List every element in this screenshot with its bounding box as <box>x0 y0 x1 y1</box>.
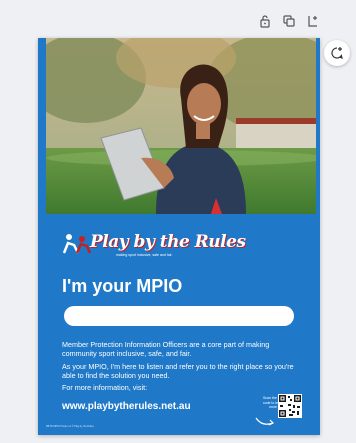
hero-photo <box>46 38 316 214</box>
page-toolbar <box>258 14 320 28</box>
info-paragraph: For more information, visit: <box>62 383 148 392</box>
website-url: www.playbytherules.net.au <box>62 401 191 412</box>
qr-code-icon <box>278 394 302 418</box>
add-comment-button[interactable] <box>324 40 350 66</box>
players-logo-icon <box>62 234 92 254</box>
add-page-icon[interactable] <box>306 14 320 28</box>
add-comment-icon <box>331 47 343 59</box>
brand-logo: Play by the Rules making sport inclusive… <box>60 231 246 257</box>
poster-heading: I'm your MPIO <box>62 276 183 296</box>
brand-name: Play by the Rules <box>90 232 246 252</box>
name-field[interactable] <box>64 306 294 326</box>
curved-arrow-icon <box>255 417 275 426</box>
intro-paragraph: Member Protection Information Officers a… <box>62 340 270 358</box>
duplicate-icon[interactable] <box>282 14 296 28</box>
lock-icon[interactable] <box>258 14 272 28</box>
brand-tagline: making sport inclusive, safe and fair. <box>116 253 173 257</box>
mpio-poster[interactable]: Play by the Rules making sport inclusive… <box>38 38 320 435</box>
fine-print: PBTR MPIO Poster v1 © Play by the Rules <box>46 425 94 428</box>
role-paragraph: As your MPIO, I'm here to listen and ref… <box>62 362 294 380</box>
